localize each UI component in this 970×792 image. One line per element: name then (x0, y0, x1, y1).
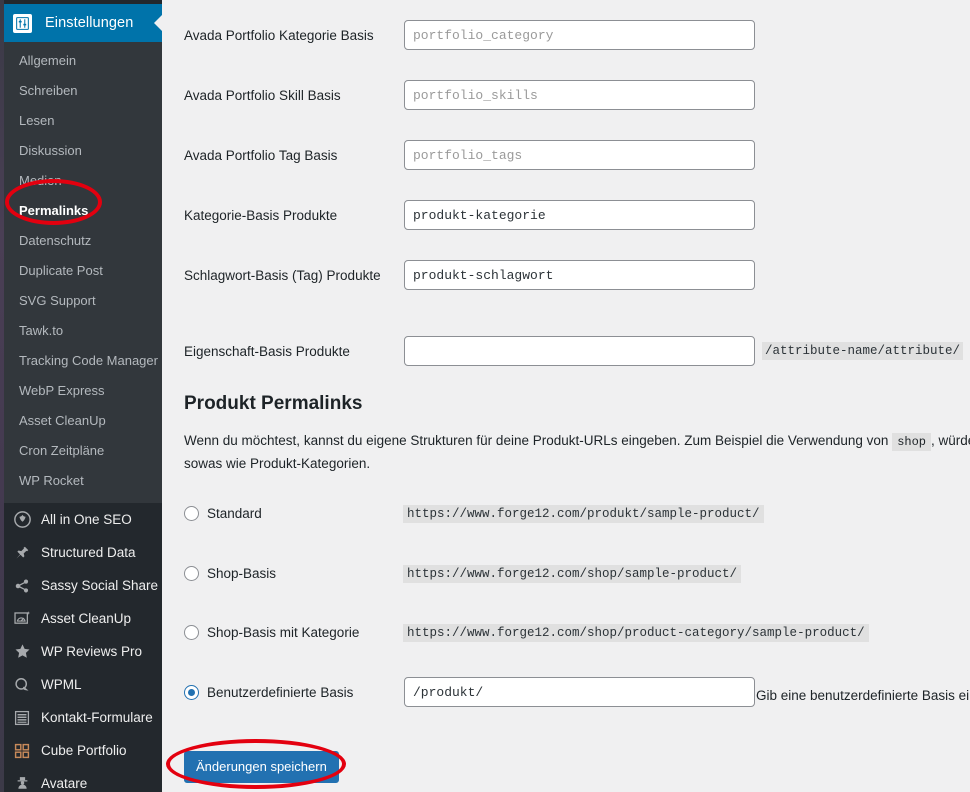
custom-base-hint: Gib eine benutzerdefinierte Basis ein (756, 688, 970, 703)
admin-sidebar: Einstellungen Allgemein Schreiben Lesen Dis… (4, 0, 163, 792)
field-label: Avada Portfolio Tag Basis (184, 148, 338, 163)
sidebar-subitem-lesen[interactable]: Lesen (4, 106, 162, 136)
form-row: Avada Portfolio Tag Basis (162, 140, 970, 184)
sidebar-subitem-datenschutz[interactable]: Datenschutz (4, 226, 162, 256)
globe-q-icon (12, 675, 32, 695)
sidebar-subitem-asset-cleanup[interactable]: Asset CleanUp (4, 406, 162, 436)
field-label: Kategorie-Basis Produkte (184, 208, 338, 223)
sidebar-current-notch (154, 14, 163, 32)
page-edge-strip (0, 0, 4, 792)
sidebar-plugin-list: All in One SEO Structured Data Sassy Socia… (4, 503, 162, 792)
permalink-preview-url: https://www.forge12.com/shop/product-cat… (403, 624, 869, 642)
field-input[interactable] (404, 80, 755, 110)
form-row: Avada Portfolio Skill Basis (162, 80, 970, 124)
sidebar-subitem-duplicate-post[interactable]: Duplicate Post (4, 256, 162, 286)
share-icon (12, 576, 32, 596)
sidebar-item-asset-cleanup[interactable]: Asset CleanUp (4, 602, 162, 635)
sidebar-item-label: Kontakt-Formulare (41, 709, 153, 725)
permalink-preview-url: https://www.forge12.com/shop/sample-prod… (403, 565, 742, 583)
sidebar-subitem-allgemein[interactable]: Allgemein (4, 46, 162, 76)
sidebar-item-label: WPML (41, 676, 82, 692)
sidebar-item-label: Structured Data (41, 544, 136, 560)
sidebar-menu-settings-label: Einstellungen (45, 15, 134, 31)
sidebar-subitem-tawk-to[interactable]: Tawk.to (4, 316, 162, 346)
field-input[interactable] (404, 260, 755, 290)
permalink-option-row[interactable]: Shop-Basis https://www.forge12.com/shop/s… (162, 564, 970, 586)
form-row: Eigenschaft-Basis Produkte/attribute-nam… (162, 336, 970, 380)
field-suffix-code: /attribute-name/attribute/ (762, 342, 964, 360)
sidebar-subitem-tracking-code-manager[interactable]: Tracking Code Manager (4, 346, 162, 376)
field-label: Avada Portfolio Kategorie Basis (184, 28, 374, 43)
sidebar-submenu: Allgemein Schreiben Lesen Diskussion Medien P… (4, 42, 162, 503)
permalink-option-row[interactable]: Shop-Basis mit Kategorie https://www.forg… (162, 623, 970, 645)
permalink-preview-url: https://www.forge12.com/produkt/sample-p… (403, 505, 764, 523)
speedometer-icon (12, 609, 32, 629)
sidebar-subitem-webp-express[interactable]: WebP Express (4, 376, 162, 406)
sidebar-menu-settings[interactable]: Einstellungen (4, 4, 163, 42)
form-row: Avada Portfolio Kategorie Basis (162, 20, 970, 64)
sidebar-item-label: Cube Portfolio (41, 742, 127, 758)
sidebar-subitem-permalinks[interactable]: Permalinks (4, 196, 162, 226)
radio-label: Shop-Basis (207, 566, 277, 581)
sidebar-item-sassy-social-share[interactable]: Sassy Social Share (4, 569, 162, 602)
section-description-code: shop (892, 433, 931, 451)
avatar-icon (12, 774, 32, 792)
field-label: Avada Portfolio Skill Basis (184, 88, 341, 103)
radio-button[interactable] (184, 506, 199, 521)
field-input[interactable] (404, 200, 755, 230)
sidebar-subitem-diskussion[interactable]: Diskussion (4, 136, 162, 166)
field-input[interactable] (404, 140, 755, 170)
field-input[interactable] (404, 336, 755, 366)
permalink-option-row[interactable]: Benutzerdefinierte Basis Gib eine benutze… (162, 677, 970, 707)
field-label: Schlagwort-Basis (Tag) Produkte (184, 268, 381, 283)
admin-screen: Einstellungen Allgemein Schreiben Lesen Dis… (0, 0, 970, 792)
sidebar-item-cube-portfolio[interactable]: Cube Portfolio (4, 734, 162, 767)
radio-label: Standard (207, 506, 262, 521)
field-input[interactable] (404, 20, 755, 50)
sidebar-item-label: WP Reviews Pro (41, 643, 143, 659)
aioseo-gear-icon (12, 510, 32, 530)
admin-top-strip (4, 0, 162, 4)
sidebar-subitem-cron-zeitpl-ne[interactable]: Cron Zeitpläne (4, 436, 162, 466)
radio-label: Benutzerdefinierte Basis (207, 685, 354, 700)
form-row: Schlagwort-Basis (Tag) Produkte (162, 260, 970, 304)
sidebar-item-label: Avatare (41, 775, 88, 791)
sidebar-subitem-medien[interactable]: Medien (4, 166, 162, 196)
settings-sliders-icon (13, 13, 32, 33)
sidebar-item-label: All in One SEO (41, 511, 132, 527)
sidebar-subitem-svg-support[interactable]: SVG Support (4, 286, 162, 316)
sidebar-item-label: Sassy Social Share (41, 577, 159, 593)
sidebar-subitem-wp-rocket[interactable]: WP Rocket (4, 466, 162, 496)
sidebar-item-label: Asset CleanUp (41, 610, 132, 626)
custom-base-input[interactable] (404, 677, 755, 707)
sidebar-item-avatare[interactable]: Avatare (4, 767, 162, 792)
section-description-part1: Wenn du möchtest, kannst du eigene Struk… (184, 433, 889, 448)
settings-content: Avada Portfolio Kategorie Basis Avada Por… (162, 0, 970, 792)
section-title: Produkt Permalinks (184, 393, 363, 414)
sidebar-item-wpml[interactable]: WPML (4, 668, 162, 701)
radio-button[interactable] (184, 566, 199, 581)
sidebar-subitem-schreiben[interactable]: Schreiben (4, 76, 162, 106)
grid-icon (12, 741, 32, 761)
star-icon (12, 642, 32, 662)
form-row: Kategorie-Basis Produkte (162, 200, 970, 244)
sidebar-item-wp-reviews-pro[interactable]: WP Reviews Pro (4, 635, 162, 668)
save-changes-button[interactable]: Änderungen speichern (184, 751, 339, 783)
list-form-icon (12, 708, 32, 728)
radio-button[interactable] (184, 685, 199, 700)
field-label: Eigenschaft-Basis Produkte (184, 344, 350, 359)
section-description: Wenn du möchtest, kannst du eigene Struk… (184, 430, 970, 474)
pin-icon (12, 543, 32, 563)
sidebar-item-all-in-one-seo[interactable]: All in One SEO (4, 503, 162, 536)
sidebar-item-kontakt-formulare[interactable]: Kontakt-Formulare (4, 701, 162, 734)
permalink-option-row[interactable]: Standard https://www.forge12.com/produkt/… (162, 504, 970, 526)
radio-button[interactable] (184, 625, 199, 640)
sidebar-item-structured-data[interactable]: Structured Data (4, 536, 162, 569)
radio-label: Shop-Basis mit Kategorie (207, 625, 360, 640)
